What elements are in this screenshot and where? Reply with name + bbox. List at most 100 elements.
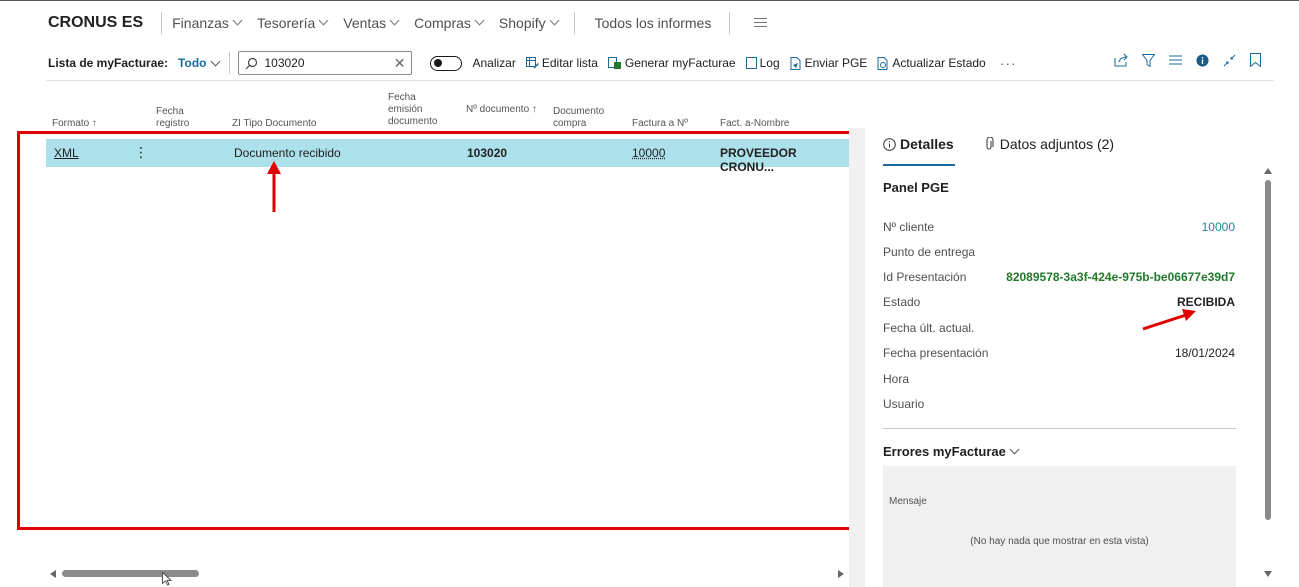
errors-title: Errores myFacturae [883,444,1006,459]
column-header-tipo-documento[interactable]: ZI Tipo Documento [232,118,316,130]
edit-list-label: Editar lista [541,56,598,70]
more-actions-button[interactable]: ··· [1000,55,1017,71]
list-title: Lista de myFacturae: [48,56,169,70]
chevron-down-icon [1009,444,1020,455]
top-navigation: CRONUS ES Finanzas Tesorería Ventas Comp… [0,0,1299,44]
column-header-documento-compra[interactable]: Documento compra [553,106,609,130]
field-label: Fecha últ. actual. [883,321,975,335]
status-badge: RECIBIDA [1176,295,1235,309]
errors-column-header[interactable]: Mensaje [889,496,927,507]
page-tools [1114,53,1261,67]
factbox-tabs: Detalles Datos adjuntos (2) [883,136,1114,152]
search-box[interactable]: 103020 ✕ [238,51,413,75]
column-header-formato-label: Formato ↑ [52,118,98,129]
send-icon [790,56,802,70]
edit-list-button[interactable]: Editar lista [525,56,598,70]
bookmark-icon[interactable] [1250,53,1261,67]
field-fecha-ult-actual: Fecha últ. actual. [883,321,1235,335]
action-bar: Lista de myFacturae: Todo 103020 ✕ Anali… [0,46,1299,80]
analyze-label: Analizar [472,56,516,70]
field-value: 82089578-3a3f-424e-975b-be06677e39d7 [1006,270,1235,284]
nav-finanzas-label: Finanzas [172,14,229,31]
update-icon [877,56,889,70]
scroll-left-icon[interactable] [50,570,56,578]
view-filter-label: Todo [178,56,207,70]
info-icon[interactable] [1196,54,1209,67]
tab-attachments[interactable]: Datos adjuntos (2) [984,136,1114,152]
field-estado: Estado RECIBIDA [883,295,1235,309]
update-status-label: Actualizar Estado [892,56,986,70]
errors-list: Mensaje (No hay nada que mostrar en esta… [883,466,1236,587]
chevron-down-icon [232,15,243,26]
send-button[interactable]: Enviar PGE [790,56,868,70]
column-header-formato[interactable]: Formato ↑ [52,118,97,130]
nav-separator [729,11,731,34]
update-status-button[interactable]: Actualizar Estado [877,56,986,70]
active-tab-indicator [883,164,955,166]
tab-details[interactable]: Detalles [883,136,954,152]
nav-tesoreria[interactable]: Tesorería [256,14,329,31]
filter-icon[interactable] [1142,53,1155,67]
field-label: Id Presentación [883,270,967,284]
share-icon[interactable] [1114,53,1128,67]
scroll-right-icon[interactable] [838,570,844,578]
nav-shopify[interactable]: Shopify [498,14,560,31]
search-icon [246,57,258,69]
hamburger-menu-icon[interactable] [754,18,768,27]
paperclip-icon [986,137,994,150]
field-label: Estado [883,295,921,309]
chevron-down-icon [549,15,560,26]
tab-attachments-label: Datos adjuntos (2) [999,136,1115,152]
chevron-down-icon [389,15,400,26]
column-header-documento-compra-label: Documento compra [553,106,605,129]
list-view-icon[interactable] [1169,55,1182,65]
field-no-cliente: Nº cliente 10000 [883,220,1235,234]
nav-shopify-label: Shopify [498,14,546,31]
column-header-no-documento-label: Nº documento ↑ [466,104,537,115]
empty-state-text: (No hay nada que mostrar en esta vista) [970,536,1149,547]
column-header-fecha-registro[interactable]: Fecha registro [156,106,198,130]
nav-finanzas[interactable]: Finanzas [172,14,243,31]
analyze-toggle[interactable] [430,55,463,71]
panel-divider [883,428,1236,429]
horizontal-scrollbar-thumb[interactable] [62,570,199,577]
field-punto-entrega: Punto de entrega [883,245,1235,259]
field-label: Usuario [883,397,925,411]
field-hora: Hora [883,372,1235,386]
field-value: 18/01/2024 [1174,346,1235,360]
nav-tesoreria-label: Tesorería [256,14,316,31]
company-name[interactable]: CRONUS ES [48,14,143,32]
send-label: Enviar PGE [804,56,868,70]
field-fecha-presentacion: Fecha presentación 18/01/2024 [883,346,1235,360]
errors-section-header[interactable]: Errores myFacturae [883,444,1020,459]
generate-icon [607,56,622,70]
field-label: Nº cliente [883,220,935,234]
view-filter-dropdown[interactable]: Todo [178,56,229,70]
column-header-tipo-documento-label: ZI Tipo Documento [232,118,317,129]
nav-all-reports[interactable]: Todos los informes [595,15,712,31]
edit-list-icon [525,57,539,69]
column-header-factura-a[interactable]: Factura a Nº [632,118,688,130]
generate-label: Generar myFacturae [624,56,736,70]
generate-button[interactable]: Generar myFacturae [607,56,736,70]
field-label: Fecha presentación [883,346,989,360]
scroll-up-icon[interactable] [1264,168,1272,174]
nav-ventas[interactable]: Ventas [343,15,400,31]
nav-compras[interactable]: Compras [414,14,485,31]
column-header-fecha-emision[interactable]: Fecha emisión documento [388,92,446,128]
nav-compras-label: Compras [414,14,471,31]
vertical-scrollbar-thumb[interactable] [1265,180,1271,520]
search-input[interactable]: 103020 [264,56,393,70]
toolbar-divider [46,80,1274,81]
close-icon[interactable]: ✕ [394,55,406,72]
scroll-down-icon[interactable] [1264,571,1272,577]
mouse-cursor-icon [162,572,172,586]
field-usuario: Usuario [883,397,1235,411]
column-header-fact-nombre[interactable]: Fact. a-Nombre [720,118,789,130]
field-value-link[interactable]: 10000 [1202,220,1235,234]
log-label: Log [759,56,780,70]
log-button[interactable]: Log [745,56,780,70]
column-header-fact-nombre-label: Fact. a-Nombre [720,118,790,129]
column-header-no-documento[interactable]: Nº documento ↑ [466,104,538,116]
collapse-icon[interactable] [1223,54,1236,67]
